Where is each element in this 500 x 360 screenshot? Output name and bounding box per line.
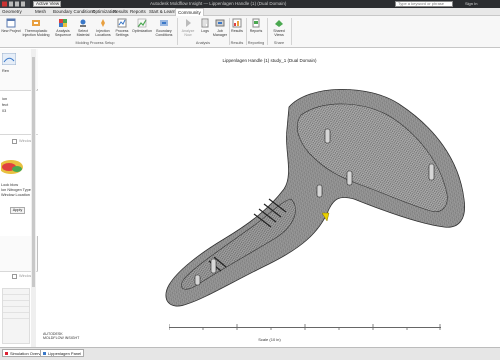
panel-text-line: ion xyxy=(2,97,8,101)
group-reporting: Reporting xyxy=(247,41,265,45)
scale-bar xyxy=(169,324,441,330)
apply-button[interactable]: Apply xyxy=(10,207,25,214)
panel-text-line: Ren xyxy=(2,69,9,73)
boundary-conditions-icon xyxy=(160,20,168,26)
group-results: Results xyxy=(230,41,244,45)
reports-button[interactable]: Reports xyxy=(246,18,266,40)
panel-text-line: Look blow xyxy=(1,183,19,187)
window-checkbox[interactable] xyxy=(12,139,17,144)
active-view-select[interactable]: Active View xyxy=(33,1,61,7)
group-share: Share xyxy=(273,41,285,45)
analyze-now-button[interactable]: Analyze Now xyxy=(178,18,198,40)
select-material-label: Select Material xyxy=(76,29,90,37)
panel-text-line: Ion Nitrogen Type xyxy=(1,188,31,192)
panel-text-line: Window Location B xyxy=(1,193,34,197)
group-molding-process-setup: Molding Process Setup xyxy=(75,41,115,45)
shared-views-icon xyxy=(275,20,283,27)
group-analysis: Analysis xyxy=(195,41,211,45)
window-title: Autodesk Moldflow Insight — Lippenlagen … xyxy=(150,1,287,6)
results-label: Results xyxy=(231,29,243,33)
scale-label: Scale (10 in) xyxy=(258,337,281,342)
search-input[interactable]: Type a keyword or phrase xyxy=(395,1,453,7)
logs-button[interactable]: Logs xyxy=(198,18,212,40)
new-project-label: New Project xyxy=(1,29,21,33)
tab-mesh[interactable]: Mesh xyxy=(35,9,46,14)
logs-icon xyxy=(201,18,209,28)
tab-start-learn[interactable]: Start & Learn xyxy=(149,9,176,14)
analyze-now-icon xyxy=(186,19,191,27)
shared-views-label: Shared Views xyxy=(273,29,285,37)
reports-label: Reports xyxy=(249,29,263,33)
reports-icon xyxy=(252,18,260,28)
analysis-sequence-icon xyxy=(59,19,67,27)
job-manager-button[interactable]: Job Manager xyxy=(212,18,228,40)
quick-access-toolbar[interactable] xyxy=(0,0,30,8)
thermoplastic-molding-button[interactable]: Thermoplastic Injection Molding xyxy=(22,18,50,40)
process-settings-button[interactable]: Process Settings xyxy=(111,18,133,40)
tree-row[interactable] xyxy=(3,313,29,319)
ribbon-separator xyxy=(291,18,292,45)
optimization-button[interactable]: Optimization xyxy=(131,18,153,40)
tab-model-panel[interactable]: Lippenlagen Panel xyxy=(40,349,85,357)
new-project-icon xyxy=(6,18,16,28)
analysis-sequence-button[interactable]: Analysis Sequence xyxy=(52,18,74,40)
process-settings-icon xyxy=(117,18,127,28)
new-project-button[interactable]: New Project xyxy=(0,18,22,40)
boundary-conditions-button[interactable]: Boundary Conditions xyxy=(151,18,177,40)
status-bar: Simulation Overview Lippenlagen Panel xyxy=(0,347,500,360)
ribbon: New Project Thermoplastic Injection Mold… xyxy=(0,16,500,48)
results-icon xyxy=(232,18,242,28)
analyze-now-label: Analyze Now xyxy=(181,29,195,37)
tab-boundary-conditions[interactable]: Boundary Conditions xyxy=(53,9,95,14)
tab-reports[interactable]: Reports xyxy=(130,9,146,14)
thermoplastic-molding-label: Thermoplastic Injection Molding xyxy=(22,29,50,37)
scale-ticks xyxy=(169,324,441,330)
injection-location-icon xyxy=(101,19,105,27)
material-icon xyxy=(80,19,86,27)
tree-list xyxy=(2,288,30,344)
panel-text-line: fect xyxy=(2,103,9,107)
panel-text-line: 03 xyxy=(2,109,7,113)
result-preview-icon xyxy=(1,160,23,174)
logs-label: Logs xyxy=(201,29,209,33)
tab-results[interactable]: Results xyxy=(113,9,128,14)
quick-access-icons xyxy=(2,1,25,7)
optimization-label: Optimization xyxy=(132,29,152,33)
shared-views-button[interactable]: Shared Views xyxy=(268,18,290,40)
sign-in-link[interactable]: Sign In xyxy=(465,1,477,6)
study-thumbnail-icon xyxy=(2,53,16,65)
title-bar: Active View Autodesk Moldflow Insight — … xyxy=(0,0,500,8)
model-viewport[interactable]: Lippenlagen Handle (1) study_1 (Dual Dom… xyxy=(39,49,500,347)
results-button[interactable]: Results xyxy=(229,18,245,40)
tab-community[interactable]: Community xyxy=(175,8,204,16)
molding-process-icon xyxy=(32,20,40,26)
job-manager-label: Job Manager xyxy=(212,29,228,37)
left-panel: Ren ion fect 03 Window Look blow Ion Nit… xyxy=(0,49,38,347)
ribbon-tabs: Geometry Mesh Boundary Conditions Optimi… xyxy=(0,8,500,16)
analysis-sequence-label: Analysis Sequence xyxy=(54,29,72,37)
job-manager-icon xyxy=(215,19,225,27)
tab-geometry[interactable]: Geometry xyxy=(2,9,22,14)
window-checkbox[interactable] xyxy=(12,274,17,279)
select-material-button[interactable]: Select Material xyxy=(72,18,94,40)
model-icon xyxy=(43,352,46,355)
boundary-conditions-label: Boundary Conditions xyxy=(155,29,173,37)
process-settings-label: Process Settings xyxy=(115,29,129,37)
overview-icon xyxy=(5,352,8,355)
optimization-icon xyxy=(137,18,147,28)
tab-model-panel-label: Lippenlagen Panel xyxy=(48,351,82,356)
handle-mesh-model[interactable] xyxy=(39,49,500,347)
panel-scrollbar-thumb[interactable] xyxy=(32,57,35,287)
